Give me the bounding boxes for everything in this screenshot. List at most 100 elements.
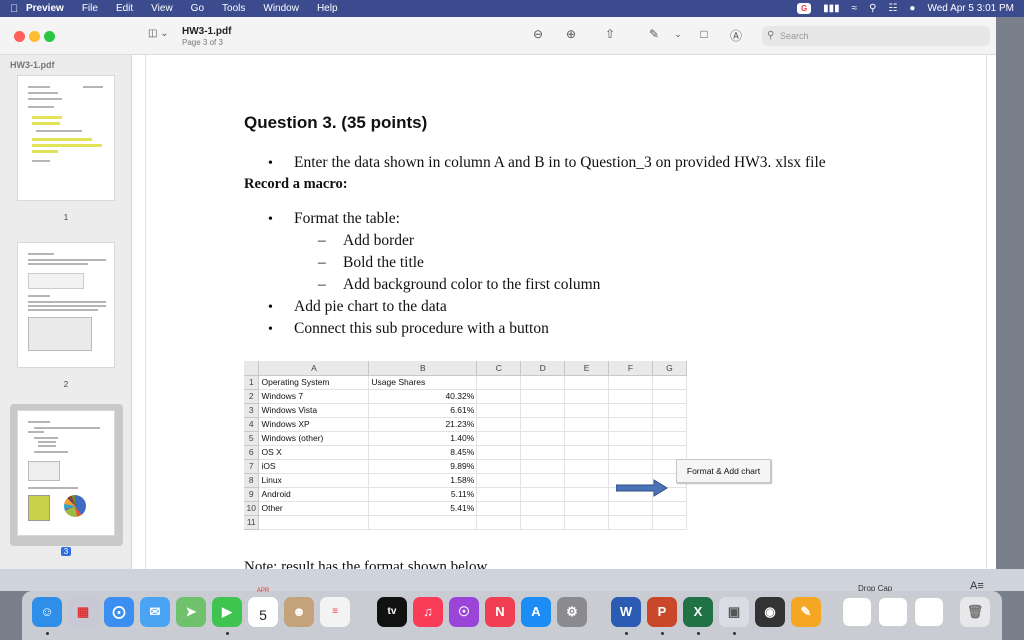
table-row: 7 iOS 9.89% bbox=[244, 459, 688, 474]
running-indicator bbox=[46, 632, 49, 635]
table-row: 2 Windows 7 40.32% bbox=[244, 389, 688, 404]
search-input[interactable]: ⚲ Search bbox=[762, 26, 990, 46]
column-header bbox=[244, 361, 260, 376]
appletv-icon[interactable]: tv bbox=[377, 597, 407, 627]
markup-chevron-icon[interactable]: ⌄ bbox=[670, 29, 686, 40]
pages-icon[interactable]: ✎ bbox=[791, 597, 821, 627]
powerpoint-icon[interactable]: P bbox=[647, 597, 677, 627]
running-indicator bbox=[661, 632, 664, 635]
recent-window-thumbnail[interactable] bbox=[878, 597, 908, 627]
sub-list-item: Add border bbox=[343, 232, 415, 249]
page-thumbnail-3[interactable] bbox=[17, 410, 115, 536]
menu-app[interactable]: Preview bbox=[26, 3, 64, 14]
menu-edit[interactable]: Edit bbox=[116, 3, 133, 14]
question-title: Question 3. (35 points) bbox=[244, 113, 428, 132]
battery-icon[interactable]: ▮▮▮ bbox=[823, 3, 840, 14]
format-add-chart-button: Format & Add chart bbox=[676, 459, 771, 483]
trash-icon[interactable]: 🗑 bbox=[960, 597, 990, 627]
table-row: 4 Windows XP 21.23% bbox=[244, 417, 688, 432]
page-number-3: 3 bbox=[0, 547, 132, 556]
wifi-icon[interactable]: ≈ bbox=[852, 3, 858, 14]
sidebar-toggle-icon[interactable]: ◫ ⌄ bbox=[148, 28, 170, 42]
running-indicator bbox=[733, 632, 736, 635]
markup-pen-icon[interactable]: ✎ bbox=[646, 27, 662, 41]
control-center-icon[interactable]: ☷ bbox=[888, 3, 897, 14]
spotlight-icon[interactable]: ⚲ bbox=[869, 3, 876, 14]
finder-icon[interactable]: ☺ bbox=[32, 597, 62, 627]
contacts-icon[interactable]: ☻ bbox=[284, 597, 314, 627]
spreadsheet-table: A B C D E F G 1 Operating System Usage Sha… bbox=[244, 361, 688, 530]
document-title: HW3-1.pdf bbox=[182, 26, 232, 37]
zoom-in-icon[interactable]: ⊕ bbox=[563, 27, 579, 41]
table-row: 3 Windows Vista 6.61% bbox=[244, 403, 688, 418]
desktop-background: Drop Cap A≡ bbox=[0, 569, 1024, 593]
window-toolbar: ◫ ⌄ HW3-1.pdf Page 3 of 3 ⊖ ⊕ ⇧ ✎ ⌄ □ Ⓐ … bbox=[0, 17, 996, 55]
menu-tools[interactable]: Tools bbox=[222, 3, 245, 14]
calendar-icon[interactable]: APR 5 bbox=[248, 588, 278, 627]
maps-icon[interactable]: ➤ bbox=[176, 597, 206, 627]
page-indicator: Page 3 of 3 bbox=[182, 38, 223, 47]
list-item: Format the table: bbox=[294, 210, 400, 227]
reminders-icon[interactable]: ≡ bbox=[320, 597, 350, 627]
settings-icon[interactable]: ⚙ bbox=[557, 597, 587, 627]
table-row: 1 Operating System Usage Shares bbox=[244, 375, 688, 390]
column-header: F bbox=[608, 361, 653, 376]
markup-toolbar-icon[interactable]: Ⓐ bbox=[728, 27, 744, 44]
safari-icon[interactable]: ⨀ bbox=[104, 597, 134, 627]
recent-window-thumbnail[interactable] bbox=[914, 597, 944, 627]
column-header: C bbox=[476, 361, 522, 376]
minimize-button[interactable] bbox=[29, 31, 40, 42]
page-number-2: 2 bbox=[63, 380, 69, 389]
close-button[interactable] bbox=[14, 31, 25, 42]
record-macro-heading: Record a macro: bbox=[244, 176, 348, 192]
column-header: E bbox=[564, 361, 610, 376]
search-placeholder: Search bbox=[780, 31, 809, 41]
column-header: A bbox=[258, 361, 370, 376]
running-indicator bbox=[697, 632, 700, 635]
rotate-icon[interactable]: □ bbox=[696, 27, 712, 41]
menu-file[interactable]: File bbox=[82, 3, 98, 14]
excel-icon[interactable]: X bbox=[683, 597, 713, 627]
music-icon[interactable]: ♫ bbox=[413, 597, 443, 627]
page-thumbnail-2[interactable] bbox=[17, 242, 115, 368]
document-view[interactable]: Question 3. (35 points) • Enter the data… bbox=[133, 55, 996, 569]
preview-icon[interactable]: ▣ bbox=[719, 597, 749, 627]
bullet-icon: • bbox=[268, 300, 273, 315]
menu-go[interactable]: Go bbox=[191, 3, 204, 14]
podcasts-icon[interactable]: ☉ bbox=[449, 597, 479, 627]
apple-menu-icon[interactable]:  bbox=[10, 3, 26, 15]
table-row: 5 Windows (other) 1.40% bbox=[244, 431, 688, 446]
running-indicator bbox=[625, 632, 628, 635]
menubar-clock[interactable]: Wed Apr 5 3:01 PM bbox=[927, 3, 1014, 14]
mail-icon[interactable]: ✉ bbox=[140, 597, 170, 627]
photobooth-icon[interactable]: ◉ bbox=[755, 597, 785, 627]
pie-chart-thumb bbox=[64, 495, 86, 517]
dash-icon: – bbox=[318, 232, 326, 249]
news-icon[interactable]: N bbox=[485, 597, 515, 627]
recent-window-thumbnail[interactable] bbox=[842, 597, 872, 627]
menu-window[interactable]: Window bbox=[263, 3, 299, 14]
page-thumbnail-1[interactable] bbox=[17, 75, 115, 201]
sub-list-item: Bold the title bbox=[343, 254, 424, 271]
status-area: G ▮▮▮ ≈ ⚲ ☷ ● Wed Apr 5 3:01 PM bbox=[797, 0, 1014, 17]
facetime-icon[interactable]: ▶ bbox=[212, 597, 242, 627]
sidebar-file-name: HW3-1.pdf bbox=[10, 60, 55, 70]
spreadsheet-image: A B C D E F G 1 Operating System Usage Sha… bbox=[244, 361, 771, 530]
appstore-icon[interactable]: A bbox=[521, 597, 551, 627]
column-header: B bbox=[368, 361, 478, 376]
status-app-icon[interactable]: G bbox=[797, 3, 812, 14]
page-number-1: 1 bbox=[63, 213, 69, 222]
dock: ☺ ▦ ⨀ ✉ ➤ ▶ APR 5 ☻ ≡ tv ♫ ☉ N A ⚙ W P X… bbox=[22, 588, 1002, 640]
right-arrow-icon bbox=[615, 479, 668, 497]
launchpad-icon[interactable]: ▦ bbox=[68, 597, 98, 627]
word-icon[interactable]: W bbox=[611, 597, 641, 627]
share-icon[interactable]: ⇧ bbox=[602, 27, 618, 41]
menu-help[interactable]: Help bbox=[317, 3, 338, 14]
zoom-button[interactable] bbox=[44, 31, 55, 42]
table-row: 10 Other 5.41% bbox=[244, 501, 688, 516]
running-indicator bbox=[226, 632, 229, 635]
zoom-out-icon[interactable]: ⊖ bbox=[530, 27, 546, 41]
thumbnail-sidebar: HW3-1.pdf 1 2 3 bbox=[0, 55, 132, 569]
menu-view[interactable]: View bbox=[151, 3, 173, 14]
siri-icon[interactable]: ● bbox=[909, 3, 915, 14]
